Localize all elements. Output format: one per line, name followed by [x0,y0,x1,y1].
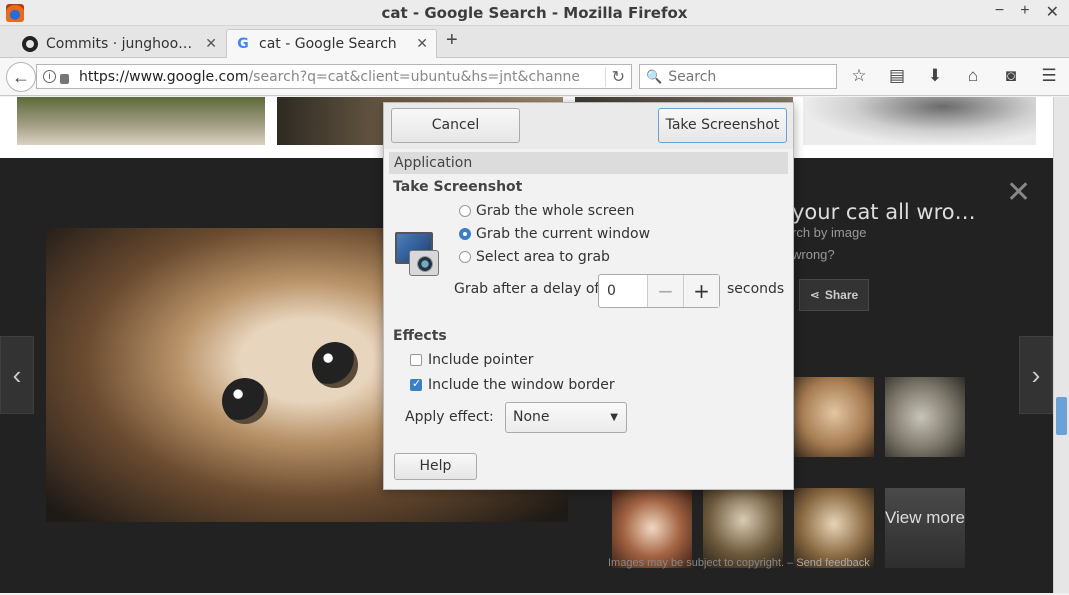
tab-google-search[interactable]: G cat - Google Search ✕ [226,29,437,58]
download-icon[interactable]: ⬇ [924,66,946,86]
tab-bar: Commits · junghoo… ✕ G cat - Google Sear… [0,26,1069,58]
checkbox-label: Include the window border [428,377,615,393]
lock-icon [60,73,69,84]
search-by-image-link[interactable]: rch by image [792,225,866,240]
chevron-down-icon: ▼ [610,412,618,423]
related-image[interactable] [794,377,874,457]
image-subtitle: wrong? [792,247,835,262]
related-image[interactable] [794,488,874,568]
help-button[interactable]: Help [394,453,477,480]
back-button[interactable]: ← [6,62,36,92]
option-whole-screen[interactable]: Grab the whole screen [459,203,634,219]
effects-heading: Effects [393,328,447,344]
copyright-text: Images may be subject to copyright. [608,557,785,569]
close-window-button[interactable]: ✕ [1046,2,1059,22]
search-bar[interactable]: 🔍 [639,64,837,89]
url-text[interactable]: https://www.google.com/search?q=cat&clie… [79,69,579,85]
copyright-notice: Images may be subject to copyright. – Se… [608,557,870,569]
increment-button[interactable]: + [683,275,719,307]
tab-label: Commits · junghoo… [46,35,193,52]
checkbox[interactable] [410,377,422,391]
radio-button[interactable] [459,205,471,217]
apply-effect-label: Apply effect: [405,409,494,425]
pocket-icon[interactable]: ◙ [1000,66,1022,86]
navigation-bar: ← i https://www.google.com/search?q=cat&… [0,58,1069,96]
delay-label: Grab after a delay of [454,281,600,297]
search-input[interactable] [668,68,829,85]
checkbox-label: Include pointer [428,352,534,368]
option-label: Select area to grab [476,249,610,265]
related-image[interactable] [612,488,692,568]
option-select-area[interactable]: Select area to grab [459,249,610,265]
menu-icon[interactable]: ☰ [1038,66,1060,86]
next-image-button[interactable]: › [1019,336,1053,414]
scrollbar-thumb[interactable] [1056,397,1067,435]
new-tab-button[interactable]: + [446,29,458,52]
search-icon: 🔍 [646,68,663,84]
result-thumbnail[interactable] [17,97,265,145]
vertical-scrollbar[interactable] [1053,97,1069,593]
google-icon: G [237,36,249,52]
seconds-label: seconds [727,281,785,297]
option-current-window[interactable]: Grab the current window [459,226,650,242]
view-more-button[interactable]: View more [885,488,965,568]
share-icon: ⋖ [809,288,820,302]
home-icon[interactable]: ⌂ [962,66,984,86]
include-border-option[interactable]: Include the window border [410,377,615,393]
image-title[interactable]: your cat all wro… [792,200,976,224]
close-viewer-icon[interactable]: ✕ [1006,175,1031,210]
send-feedback-link[interactable]: Send feedback [796,557,869,569]
apply-effect-select[interactable]: None ▼ [505,402,627,433]
option-label: Grab the current window [476,226,651,242]
github-icon [22,35,38,52]
reload-icon[interactable]: ↻ [604,67,625,87]
screenshot-app-icon [393,230,441,278]
related-image[interactable] [703,488,783,568]
delay-value[interactable]: 0 [599,275,647,307]
take-screenshot-heading: Take Screenshot [393,179,523,195]
share-button[interactable]: ⋖ Share [799,279,869,311]
reading-list-icon[interactable]: ▤ [886,66,908,86]
tab-commits[interactable]: Commits · junghoo… ✕ [14,29,225,58]
close-tab-icon[interactable]: ✕ [416,36,428,52]
info-icon[interactable]: i [43,70,56,83]
close-tab-icon[interactable]: ✕ [205,36,217,52]
toolbar-icons: ☆ ▤ ⬇ ⌂ ◙ ☰ [848,66,1060,86]
radio-button[interactable] [459,251,471,263]
select-value: None [513,409,550,425]
delay-spinner[interactable]: 0 − + [598,274,720,308]
kitten-eye [222,378,268,424]
share-label: Share [824,288,859,302]
option-label: Grab the whole screen [476,203,635,219]
kitten-eye [312,342,358,388]
radio-button[interactable] [459,228,471,240]
checkbox[interactable] [410,354,422,366]
result-thumbnail[interactable] [803,97,1036,145]
maximize-button[interactable]: + [1020,2,1029,22]
star-icon[interactable]: ☆ [848,66,870,86]
related-image[interactable] [885,377,965,457]
url-bar[interactable]: i https://www.google.com/search?q=cat&cl… [36,64,632,89]
include-pointer-option[interactable]: Include pointer [410,352,534,368]
screenshot-dialog: Cancel Take Screenshot Application Take … [383,102,794,490]
window-titlebar: cat - Google Search - Mozilla Firefox − … [0,0,1069,26]
tab-label: cat - Google Search [259,36,397,52]
dialog-header: Cancel Take Screenshot [384,103,793,149]
minimize-button[interactable]: − [995,2,1004,22]
window-controls: − + ✕ [995,2,1059,22]
window-title: cat - Google Search - Mozilla Firefox [381,4,688,22]
take-screenshot-button[interactable]: Take Screenshot [658,108,787,143]
previous-image-button[interactable]: ‹ [0,336,34,414]
section-application: Application [389,152,788,174]
cancel-button[interactable]: Cancel [391,108,520,143]
decrement-button[interactable]: − [647,275,683,307]
